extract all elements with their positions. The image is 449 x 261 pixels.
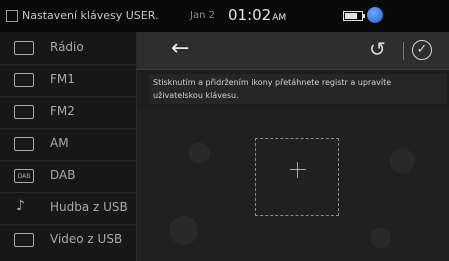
sidebar-item-radio[interactable]: Rádio bbox=[0, 32, 136, 65]
music-note-icon: ♪ bbox=[16, 198, 25, 214]
dab-icon: DAB bbox=[14, 169, 34, 183]
instruction-text: Stisknutím a přidržením ikony přetáhnete… bbox=[149, 74, 447, 104]
sidebar-item-fm2[interactable]: FM2 bbox=[0, 96, 136, 129]
time-label: 01:02 bbox=[228, 6, 272, 24]
screen-title: Nastavení klávesy USER. bbox=[22, 9, 159, 22]
clock: 01:02AM bbox=[228, 6, 286, 24]
radio-icon bbox=[14, 137, 34, 151]
sidebar-item-usb-video[interactable]: Video z USB bbox=[0, 224, 136, 256]
dab-icon-text: DAB bbox=[17, 172, 31, 180]
ampm-label: AM bbox=[272, 13, 287, 23]
sidebar-item-label: FM1 bbox=[50, 72, 75, 86]
radio-icon bbox=[14, 105, 34, 119]
status-bar: Nastavení klávesy USER. Jan 2 01:02AM bbox=[0, 0, 449, 33]
sidebar-item-label: FM2 bbox=[50, 104, 75, 118]
radio-icon bbox=[14, 73, 34, 87]
sidebar-item-usb-music[interactable]: ♪ Hudba z USB bbox=[0, 192, 136, 225]
add-slot-button[interactable] bbox=[255, 138, 339, 216]
radio-icon bbox=[14, 41, 34, 55]
confirm-check-icon[interactable]: ✓ bbox=[412, 40, 432, 60]
sidebar-item-label: Video z USB bbox=[50, 232, 123, 246]
sidebar: Rádio FM1 FM2 AM DAB DAB ♪ Hudba z USB V… bbox=[0, 32, 137, 261]
video-icon bbox=[14, 233, 34, 247]
sidebar-item-label: Hudba z USB bbox=[50, 200, 128, 214]
sidebar-item-am[interactable]: AM bbox=[0, 128, 136, 161]
divider bbox=[403, 42, 404, 60]
date-label: Jan 2 bbox=[190, 10, 215, 21]
back-arrow-icon[interactable]: ← bbox=[171, 38, 189, 60]
sidebar-item-label: Rádio bbox=[50, 40, 84, 54]
sidebar-item-label: DAB bbox=[50, 168, 76, 182]
sidebar-item-label: AM bbox=[50, 136, 69, 150]
sidebar-item-fm1[interactable]: FM1 bbox=[0, 64, 136, 97]
battery-icon bbox=[343, 11, 365, 21]
undo-icon[interactable]: ↺ bbox=[369, 37, 386, 61]
top-bar: ← ↺ ✓ bbox=[137, 32, 449, 70]
plus-icon bbox=[290, 162, 306, 178]
settings-icon bbox=[6, 10, 18, 22]
user-icon bbox=[367, 7, 383, 23]
sidebar-item-dab[interactable]: DAB DAB bbox=[0, 160, 136, 193]
main-panel: ← ↺ ✓ Stisknutím a přidržením ikony přet… bbox=[137, 32, 449, 261]
